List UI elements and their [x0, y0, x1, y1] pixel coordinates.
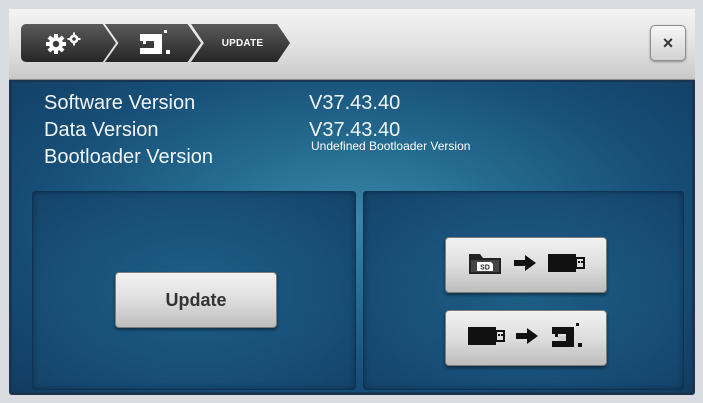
bootloader-version-value: Undefined Bootloader Version [311, 140, 471, 153]
software-version-value: V37.43.40 [309, 92, 401, 114]
sewing-machine-icon [549, 321, 585, 356]
sewing-machine-icon [137, 29, 173, 57]
close-button[interactable]: × [650, 25, 686, 61]
arrow-right-icon [513, 254, 537, 277]
data-version-value: V37.43.40 [309, 119, 401, 141]
sd-card-folder-icon: SD [467, 250, 503, 281]
bootloader-version-label: Bootloader Version [44, 146, 214, 168]
breadcrumb-update-label: UPDATE [221, 37, 264, 49]
breadcrumb-settings[interactable] [21, 24, 116, 62]
breadcrumb-machine[interactable] [105, 24, 201, 62]
software-version-label: Software Version [44, 92, 196, 114]
top-bar: UPDATE × [9, 9, 695, 80]
gears-icon [44, 31, 84, 55]
copy-to-usb-button[interactable]: SD [445, 237, 607, 293]
close-icon: × [662, 32, 674, 53]
update-content: Software Version V37.43.40 Data Version … [12, 82, 692, 392]
usb-stick-icon [467, 326, 505, 351]
dialog-window: UPDATE × Software Version V37.43.40 Data… [9, 9, 695, 395]
arrow-right-icon [515, 327, 539, 350]
usb-stick-icon [547, 253, 585, 278]
data-version-label: Data Version [44, 119, 159, 141]
update-panel: Update [32, 191, 356, 390]
svg-text:SD: SD [480, 264, 490, 271]
usb-to-machine-button[interactable] [445, 310, 607, 366]
update-button[interactable]: Update [115, 272, 277, 328]
transfer-panel: SD [363, 191, 684, 390]
bootloader-version-value-container: Undefined Bootloader Version [311, 140, 491, 168]
breadcrumb-update[interactable]: UPDATE [191, 24, 290, 62]
